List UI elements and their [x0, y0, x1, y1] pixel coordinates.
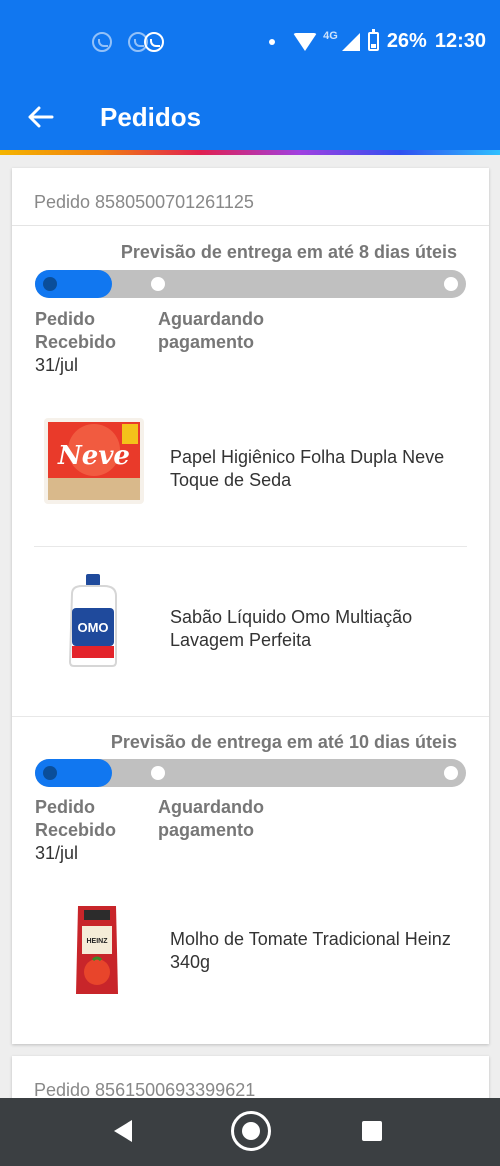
product-name: Molho de Tomate Tradicional Heinz 340g: [170, 929, 451, 972]
status-indicators: 4G 26% 12:30: [269, 29, 486, 53]
home-circle-icon[interactable]: [231, 1111, 271, 1151]
whatsapp-icon: [144, 32, 164, 52]
recents-square-icon[interactable]: [362, 1121, 382, 1141]
step-label: pagamento: [158, 332, 255, 352]
progress-step-dot: [43, 277, 57, 291]
step-label: Recebido: [35, 332, 117, 352]
notification-icons: [92, 32, 164, 52]
divider: [12, 716, 489, 717]
delivery-forecast: Previsão de entrega em até 8 dias úteis: [120, 242, 457, 262]
product-item[interactable]: OMO Sabão Líquido Omo Multiação Lavagem …: [12, 566, 489, 706]
step-label: Aguardando: [158, 309, 264, 329]
progress-step-dot: [444, 277, 458, 291]
progress-step-dot: [151, 277, 165, 291]
toilet-paper-image: Neve: [44, 418, 144, 504]
product-name: Papel Higiênico Folha Dupla Neve Toque d…: [170, 447, 445, 490]
system-nav-bar: [0, 1098, 500, 1166]
progress-track: [35, 759, 466, 787]
battery-percent: 26%: [386, 30, 427, 52]
rainbow-divider: [0, 150, 500, 155]
divider: [34, 546, 467, 547]
progress-step-dot: [43, 766, 57, 780]
step-received: Pedido Recebido 31/jul: [35, 308, 116, 377]
product-brand-text: OMO: [77, 620, 108, 635]
step-date: 31/jul: [35, 843, 79, 863]
product-name: Sabão Líquido Omo Multiação Lavagem Perf…: [170, 607, 413, 650]
signal-icon: [341, 32, 360, 51]
step-label: Pedido: [35, 309, 96, 329]
wifi-icon: [293, 32, 318, 51]
notification-dot-icon: [269, 38, 276, 45]
step-awaiting-payment: Aguardando pagamento: [158, 796, 264, 842]
order-number: Pedido 8580500701261125: [12, 168, 489, 226]
detergent-image: OMO: [68, 574, 117, 667]
product-item[interactable]: Neve Papel Higiênico Folha Dupla Neve To…: [12, 406, 489, 546]
order-card[interactable]: Pedido 8580500701261125 Previsão de entr…: [12, 168, 489, 1044]
product-brand-text: HEINZ: [87, 938, 109, 945]
step-label: Aguardando: [158, 797, 264, 817]
progress-step-dot: [151, 766, 165, 780]
progress-track: [35, 270, 466, 298]
step-label: Recebido: [35, 820, 117, 840]
clock: 12:30: [434, 30, 486, 52]
tomato-sauce-image: HEINZ: [76, 906, 118, 994]
battery-icon: [367, 29, 379, 51]
step-date: 31/jul: [35, 355, 79, 375]
product-brand-text: Neve: [57, 441, 130, 471]
whatsapp-icon: [92, 32, 112, 52]
step-received: Pedido Recebido 31/jul: [35, 796, 116, 865]
back-arrow-icon[interactable]: [26, 102, 56, 132]
app-bar: Pedidos: [0, 88, 500, 150]
back-triangle-icon[interactable]: [114, 1120, 132, 1142]
page-title: Pedidos: [100, 102, 202, 132]
status-bar: 4G 26% 12:30: [0, 0, 500, 88]
step-label: Pedido: [35, 797, 96, 817]
product-item[interactable]: HEINZ Molho de Tomate Tradicional Heinz …: [12, 896, 489, 1036]
step-label: pagamento: [158, 820, 255, 840]
step-awaiting-payment: Aguardando pagamento: [158, 308, 264, 354]
delivery-forecast: Previsão de entrega em até 10 dias úteis: [110, 732, 457, 752]
network-type: 4G: [323, 29, 338, 42]
progress-step-dot: [444, 766, 458, 780]
